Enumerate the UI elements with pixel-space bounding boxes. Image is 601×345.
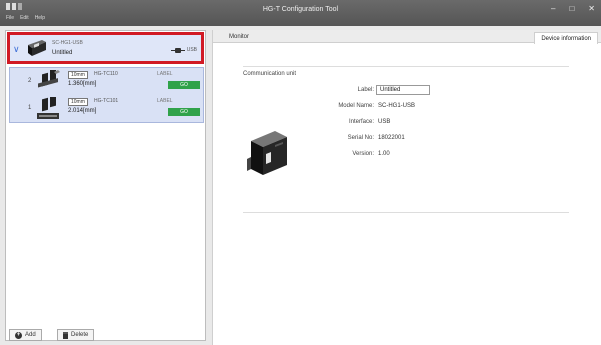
delete-button[interactable]: Delete (57, 329, 95, 341)
menu-help[interactable]: Help (35, 15, 45, 21)
window-title: HG-T Configuration Tool (262, 6, 339, 13)
trash-icon (63, 331, 68, 339)
delete-button-label: Delete (71, 332, 89, 338)
sensor-item[interactable]: 1 10mm HG-TC101 2.014[mm] LABEL GO (10, 93, 203, 123)
sensor-label-heading: LABEL (157, 71, 173, 77)
communication-unit-icon (245, 129, 293, 181)
unit-model: SC-HG1-USB (52, 40, 83, 46)
left-toolbar: + Add Delete (5, 327, 206, 343)
communication-unit-item[interactable]: ∨ SC-HG1-USB Untitled USB (7, 32, 204, 64)
sensor-label-heading: LABEL (157, 98, 173, 104)
sensor-range: 10mm (68, 98, 88, 106)
usb-label: USB (186, 47, 197, 53)
sensor-value: 2.014[mm] (68, 108, 97, 114)
sensor-range: 10mm (68, 71, 88, 79)
device-info-section: Communication unit Label: Untitled Model… (243, 66, 569, 213)
usb-connection: USB (170, 47, 197, 53)
tab-device-information[interactable]: Device information (534, 32, 598, 44)
device-tree-panel: ∨ SC-HG1-USB Untitled USB 2 10mm HG-TC11… (5, 30, 206, 341)
add-button[interactable]: + Add (9, 329, 42, 341)
content-panel: Monitor Device information Communication… (212, 30, 601, 345)
field-interface: Interface: USB (305, 119, 505, 129)
menu-bar: File Edit Help (6, 15, 45, 21)
menu-edit[interactable]: Edit (20, 15, 29, 21)
sensor-value: 1.360[mm] (68, 81, 97, 87)
label-input[interactable]: Untitled (376, 85, 430, 95)
sensor-index: 2 (28, 78, 32, 84)
interface-key: Interface: (348, 119, 374, 125)
maximize-button[interactable]: □ (569, 4, 574, 13)
model-key: Model Name: (338, 103, 374, 109)
sensor-item[interactable]: 2 10mm HG-TC110 1.360[mm] LABEL GO (10, 67, 203, 95)
model-value: SC-HG1-USB (378, 103, 416, 109)
usb-plug-icon (170, 47, 185, 53)
serial-key: Serial No: (347, 135, 374, 141)
tab-monitor[interactable]: Monitor (217, 32, 261, 43)
sensor-index: 1 (28, 105, 32, 111)
title-bar: File Edit Help HG-T Configuration Tool –… (0, 0, 601, 26)
chevron-down-icon[interactable]: ∨ (13, 44, 20, 55)
add-button-label: Add (25, 332, 36, 338)
interface-value: USB (378, 119, 391, 125)
sensor-head-icon (36, 93, 62, 123)
plus-icon: + (15, 331, 22, 339)
sensor-list: 2 10mm HG-TC110 1.360[mm] LABEL GO 1 10m… (9, 67, 204, 123)
close-button[interactable]: ✕ (588, 4, 595, 13)
communication-unit-icon (25, 39, 47, 59)
sensor-model: HG-TC101 (94, 98, 119, 104)
version-value: 1.00 (378, 151, 390, 157)
field-label: Label: Untitled (305, 85, 505, 97)
unit-name: Untitled (52, 50, 73, 56)
tab-bar: Monitor Device information (213, 30, 601, 44)
label-key: Label: (357, 87, 374, 93)
serial-value: 18022001 (378, 135, 405, 141)
field-model: Model Name: SC-HG1-USB (305, 103, 505, 113)
sensor-model: HG-TC110 (94, 71, 118, 77)
field-serial: Serial No: 18022001 (305, 135, 505, 145)
version-key: Version: (352, 151, 374, 157)
field-version: Version: 1.00 (305, 151, 505, 161)
menu-file[interactable]: File (6, 15, 14, 21)
minimize-button[interactable]: – (551, 4, 555, 13)
judgement-badge: GO (168, 108, 200, 116)
judgement-badge: GO (168, 81, 200, 89)
window-controls: – □ ✕ (551, 4, 595, 13)
sensor-head-icon (36, 67, 62, 94)
section-title: Communication unit (243, 71, 297, 77)
